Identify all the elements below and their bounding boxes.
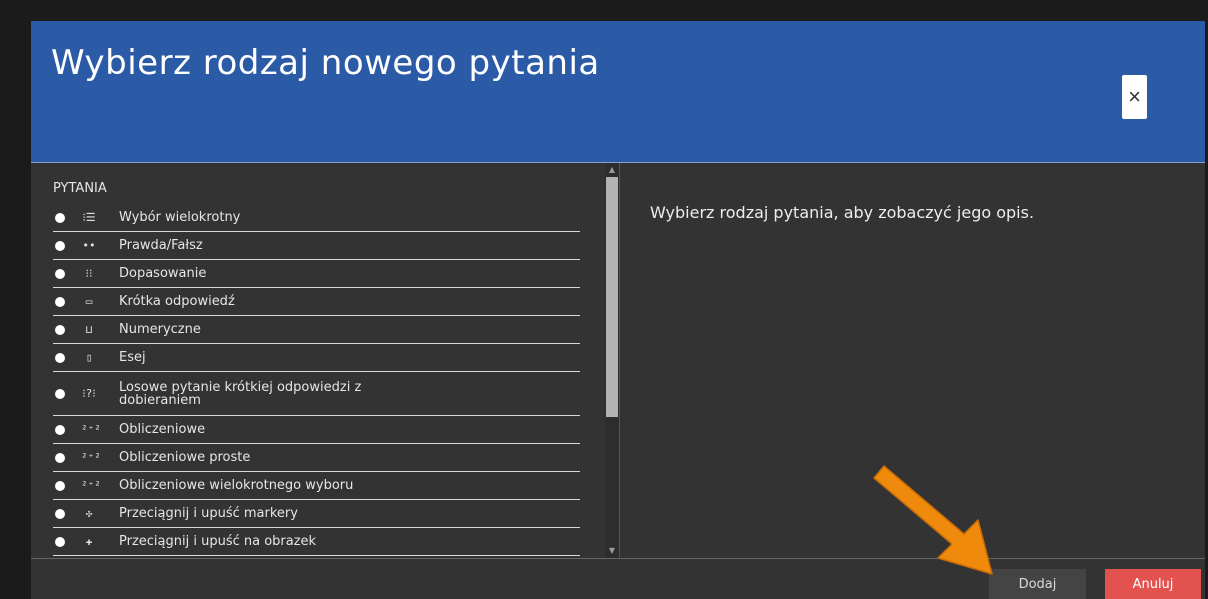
question-type-option[interactable]: ✚ Przeciągnij i upuść na obrazek — [53, 528, 580, 556]
radio-button[interactable] — [55, 296, 65, 307]
truefalse-icon: •• — [82, 239, 96, 252]
question-type-label: Przeciągnij i upuść na obrazek — [119, 534, 317, 549]
dialog-title: Wybierz rodzaj nowego pytania — [51, 43, 600, 83]
question-type-label: Numeryczne — [119, 322, 201, 337]
close-button[interactable]: × — [1122, 75, 1147, 119]
add-button[interactable]: Dodaj — [989, 569, 1086, 599]
cancel-button[interactable]: Anuluj — [1105, 569, 1201, 599]
scroll-down-icon[interactable]: ▼ — [605, 544, 619, 558]
radio-button[interactable] — [55, 388, 65, 399]
question-type-label: Dopasowanie — [119, 266, 207, 281]
question-type-option[interactable]: ▯ Esej — [53, 344, 580, 372]
radio-button[interactable] — [55, 480, 65, 491]
shortanswer-icon: ▭ — [85, 295, 93, 308]
question-type-label: Obliczeniowe wielokrotnego wyboru — [119, 478, 354, 493]
question-type-label: Obliczeniowe — [119, 422, 206, 437]
calculatedmulti-icon: ²⁺² — [81, 479, 101, 492]
radio-button[interactable] — [55, 452, 65, 463]
multichoice-icon: ⁝☰ — [82, 211, 96, 224]
question-type-option[interactable]: •• Prawda/Fałsz — [53, 232, 580, 260]
radio-button[interactable] — [55, 352, 65, 363]
question-type-option[interactable]: ⁝☰ Wybór wielokrotny — [53, 204, 580, 232]
question-types-pane: PYTANIA ⁝☰ Wybór wielokrotny •• Prawda/Fałs… — [31, 163, 603, 558]
description-text: Wybierz rodzaj pytania, aby zobaczyć jeg… — [650, 203, 1035, 222]
essay-icon: ▯ — [85, 351, 93, 364]
question-type-dialog: Wybierz rodzaj nowego pytania × PYTANIA … — [31, 21, 1205, 599]
question-type-label: Losowe pytanie krótkiej odpowiedzi z dob… — [119, 379, 362, 408]
numerical-icon: ⊔ — [85, 323, 93, 336]
radio-button[interactable] — [55, 508, 65, 519]
calculatedsimple-icon: ²⁺² — [81, 451, 101, 464]
randomsamatch-icon: ⁝?⁝ — [82, 387, 96, 400]
question-type-label: Krótka odpowiedź — [119, 294, 235, 309]
question-type-option[interactable]: ⁝?⁝ Losowe pytanie krótkiej odpowiedzi z … — [53, 372, 580, 416]
question-type-option[interactable]: ²⁺² Obliczeniowe wielokrotnego wyboru — [53, 472, 580, 500]
description-pane: Wybierz rodzaj pytania, aby zobaczyć jeg… — [620, 163, 1205, 558]
radio-button[interactable] — [55, 268, 65, 279]
question-type-label: Prawda/Fałsz — [119, 238, 203, 253]
close-icon: × — [1128, 84, 1141, 109]
radio-button[interactable] — [55, 424, 65, 435]
ddimageortext-icon: ✚ — [85, 535, 93, 548]
dialog-footer: Dodaj Anuluj — [31, 558, 1205, 599]
question-type-option[interactable]: ⁝⁝ Dopasowanie — [53, 260, 580, 288]
radio-button[interactable] — [55, 324, 65, 335]
radio-button[interactable] — [55, 240, 65, 251]
question-type-label: Esej — [119, 350, 146, 365]
question-type-option[interactable]: ✣ Przeciągnij i upuść markery — [53, 500, 580, 528]
scroll-thumb[interactable] — [606, 177, 618, 417]
radio-button[interactable] — [55, 536, 65, 547]
question-type-option[interactable]: ▭ Krótka odpowiedź — [53, 288, 580, 316]
dialog-header: Wybierz rodzaj nowego pytania × — [31, 21, 1205, 163]
section-label: PYTANIA — [53, 181, 107, 196]
question-type-option[interactable]: ⊔ Numeryczne — [53, 316, 580, 344]
question-type-option[interactable]: ²⁺² Obliczeniowe proste — [53, 444, 580, 472]
match-icon: ⁝⁝ — [85, 267, 93, 280]
calculated-icon: ²⁺² — [81, 423, 101, 436]
question-type-option[interactable]: ²⁺² Obliczeniowe — [53, 416, 580, 444]
question-type-list: ⁝☰ Wybór wielokrotny •• Prawda/Fałsz ⁝⁝ Dopas… — [53, 204, 580, 556]
question-type-label: Przeciągnij i upuść markery — [119, 506, 298, 521]
radio-button[interactable] — [55, 212, 65, 223]
question-type-label: Wybór wielokrotny — [119, 210, 241, 225]
ddmarker-icon: ✣ — [85, 507, 93, 520]
scrollbar[interactable]: ▲ ▼ — [605, 163, 619, 558]
question-type-label: Obliczeniowe proste — [119, 450, 251, 465]
scroll-up-icon[interactable]: ▲ — [605, 163, 619, 177]
